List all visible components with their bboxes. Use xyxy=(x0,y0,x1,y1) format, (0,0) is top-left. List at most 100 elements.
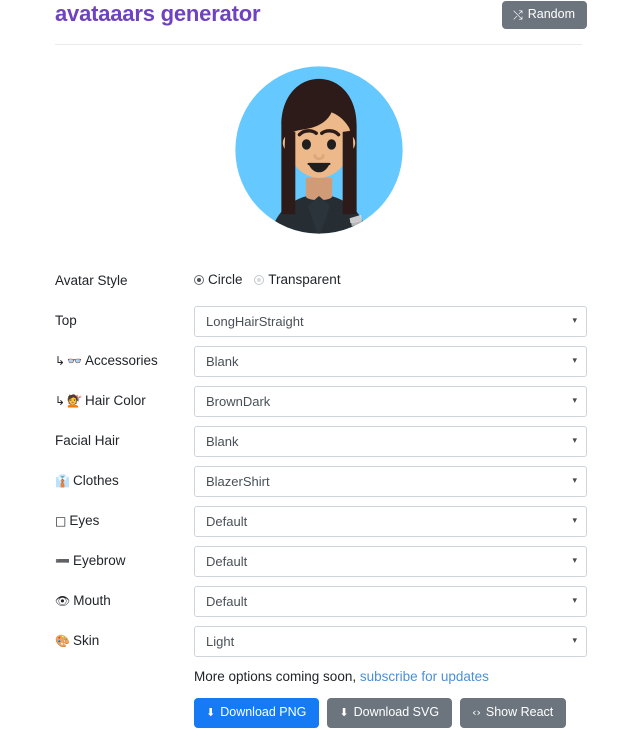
label-accessories: ↳ 👓 Accessories xyxy=(55,351,158,371)
download-svg-button[interactable]: ⬇ Download SVG xyxy=(327,698,453,728)
form-row-avatar-style: Avatar Style Circle Transparent xyxy=(0,262,637,302)
control-eyebrow: Default ▾ xyxy=(194,546,587,577)
select-mouth-value: Default xyxy=(206,594,248,609)
code-icon: ‹› xyxy=(472,706,481,719)
more-options-prefix: More options coming soon, xyxy=(194,669,360,684)
label-skin-text: Skin xyxy=(72,633,100,648)
chevron-down-icon: ▾ xyxy=(572,476,577,486)
avataaars-generator-page: avataaars generator ⤭ Random Avatar Styl… xyxy=(0,0,637,733)
select-hair-color-value: BrownDark xyxy=(206,394,271,409)
label-hair-color-text: Hair Color xyxy=(85,393,146,408)
control-facial-hair: Blank ▾ xyxy=(194,426,587,457)
label-avatar-style: Avatar Style xyxy=(55,273,128,288)
download-icon: ⬇ xyxy=(339,706,349,719)
download-svg-label: Download SVG xyxy=(353,705,440,719)
mouth-icon: 👁 xyxy=(55,594,71,608)
control-accessories: Blank ▾ xyxy=(194,346,587,377)
select-hair-color[interactable]: BrownDark ▾ xyxy=(194,386,587,417)
select-accessories[interactable]: Blank ▾ xyxy=(194,346,587,377)
label-eyes: □ Eyes xyxy=(55,511,99,531)
chevron-down-icon: ▾ xyxy=(572,516,577,526)
radio-circle-indicator[interactable] xyxy=(194,275,204,285)
select-facial-hair[interactable]: Blank ▾ xyxy=(194,426,587,457)
select-eyes[interactable]: Default ▾ xyxy=(194,506,587,537)
label-clothes: 👔 Clothes xyxy=(55,471,119,491)
page-header: avataaars generator ⤭ Random xyxy=(0,0,637,45)
chevron-down-icon: ▾ xyxy=(572,436,577,446)
label-top-text: Top xyxy=(55,313,77,328)
form-row-clothes: 👔 Clothes BlazerShirt ▾ xyxy=(0,462,637,502)
radio-transparent-indicator[interactable] xyxy=(254,275,265,285)
form-row-skin: 🎨 Skin Light ▾ xyxy=(0,622,637,662)
control-eyes: Default ▾ xyxy=(194,506,587,537)
chevron-down-icon: ▾ xyxy=(572,556,577,566)
subscribe-link[interactable]: subscribe for updates xyxy=(360,669,489,684)
label-hair-color: ↳ 💇 Hair Color xyxy=(55,391,146,411)
control-mouth: Default ▾ xyxy=(194,586,587,617)
form-row-facial-hair: Facial Hair Blank ▾ xyxy=(0,422,637,462)
more-options-text: More options coming soon, subscribe for … xyxy=(194,667,566,687)
select-facial-hair-value: Blank xyxy=(206,434,239,449)
select-top[interactable]: LongHairStraight ▾ xyxy=(194,306,587,337)
select-eyebrow-value: Default xyxy=(206,554,248,569)
download-png-label: Download PNG xyxy=(220,705,307,719)
label-facial-hair-text: Facial Hair xyxy=(55,433,120,448)
select-eyebrow[interactable]: Default ▾ xyxy=(194,546,587,577)
select-top-value: LongHairStraight xyxy=(206,314,304,329)
select-accessories-value: Blank xyxy=(206,354,239,369)
select-clothes[interactable]: BlazerShirt ▾ xyxy=(194,466,587,497)
select-skin[interactable]: Light ▾ xyxy=(194,626,587,657)
download-icon: ⬇ xyxy=(206,706,216,719)
label-eyes-text: Eyes xyxy=(69,513,100,528)
control-top: LongHairStraight ▾ xyxy=(194,306,587,337)
subtree-arrow-icon: ↳ xyxy=(55,394,66,408)
control-clothes: BlazerShirt ▾ xyxy=(194,466,587,497)
label-facial-hair: Facial Hair xyxy=(55,431,120,451)
label-clothes-text: Clothes xyxy=(72,473,119,488)
subtree-arrow-icon: ↳ xyxy=(55,354,66,368)
radio-circle-label: Circle xyxy=(208,272,243,287)
eyebrow-icon: ➖ xyxy=(55,554,70,568)
chevron-down-icon: ▾ xyxy=(572,316,577,326)
label-mouth: 👁 Mouth xyxy=(55,591,111,611)
label-mouth-text: Mouth xyxy=(73,593,111,608)
avatar-eye-left xyxy=(301,139,311,150)
label-accessories-text: Accessories xyxy=(85,353,158,368)
form-row-eyebrow: ➖ Eyebrow Default ▾ xyxy=(0,542,637,582)
control-skin: Light ▾ xyxy=(194,626,587,657)
chevron-down-icon: ▾ xyxy=(572,356,577,366)
footer-section: More options coming soon, subscribe for … xyxy=(194,667,567,728)
select-mouth[interactable]: Default ▾ xyxy=(194,586,587,617)
download-png-button[interactable]: ⬇ Download PNG xyxy=(194,698,320,728)
page-title: avataaars generator xyxy=(55,1,261,26)
avatar-eye-right xyxy=(326,139,336,150)
form-row-hair-color: ↳ 💇 Hair Color BrownDark ▾ xyxy=(0,382,637,422)
haircut-icon: 💇 xyxy=(67,394,83,408)
form-row-accessories: ↳ 👓 Accessories Blank ▾ xyxy=(0,342,637,382)
radio-circle[interactable]: Circle xyxy=(194,270,243,290)
chevron-down-icon: ▾ xyxy=(572,596,577,606)
label-top: Top xyxy=(55,311,77,331)
show-react-button[interactable]: ‹› Show React xyxy=(460,698,567,728)
label-eyebrow-text: Eyebrow xyxy=(72,553,126,568)
form-row-top: Top LongHairStraight ▾ xyxy=(0,302,637,342)
glasses-icon: 👓 xyxy=(67,354,83,368)
random-button[interactable]: ⤭ Random xyxy=(502,1,587,29)
eyes-icon: □ xyxy=(55,514,67,528)
radio-transparent[interactable]: Transparent xyxy=(254,270,341,290)
shuffle-icon: ⤭ xyxy=(513,8,523,22)
avatar-style-radio-group: Circle Transparent xyxy=(194,270,349,290)
chevron-down-icon: ▾ xyxy=(572,396,577,406)
select-clothes-value: BlazerShirt xyxy=(206,474,270,489)
palette-icon: 🎨 xyxy=(55,634,70,648)
form-row-mouth: 👁 Mouth Default ▾ xyxy=(0,582,637,622)
control-hair-color: BrownDark ▾ xyxy=(194,386,587,417)
header-divider xyxy=(55,44,582,45)
label-skin: 🎨 Skin xyxy=(55,631,99,651)
select-skin-value: Light xyxy=(206,634,235,649)
select-eyes-value: Default xyxy=(206,514,248,529)
action-buttons: ⬇ Download PNG ⬇ Download SVG ‹› Show React xyxy=(194,698,567,728)
radio-transparent-label: Transparent xyxy=(268,272,341,287)
avatar-options-form: Avatar Style Circle Transparent Top Long… xyxy=(0,262,637,662)
form-row-eyes: □ Eyes Default ▾ xyxy=(0,502,637,542)
